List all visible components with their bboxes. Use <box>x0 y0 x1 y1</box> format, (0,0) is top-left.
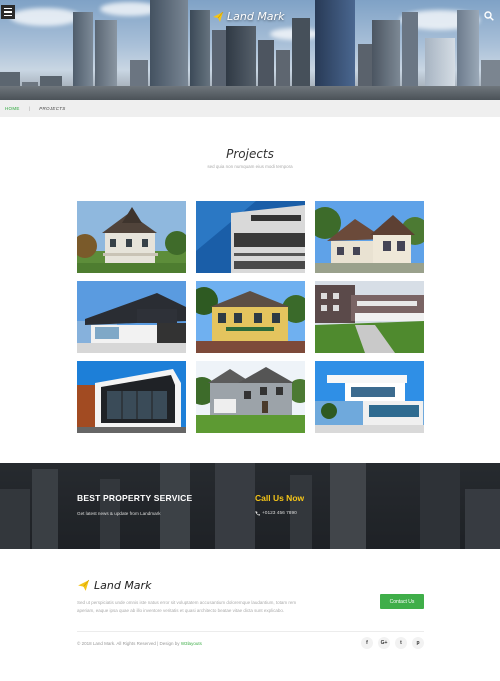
project-tile-victorian-house[interactable] <box>77 201 186 273</box>
call-phone[interactable]: +0123 456 7890 <box>255 511 297 516</box>
projects-gallery <box>77 201 424 433</box>
contact-us-button[interactable]: Contact Us <box>380 594 424 609</box>
breadcrumb: HOME | PROJECTS <box>0 100 500 117</box>
gray-house-image <box>196 361 305 433</box>
white-modern-house-image <box>315 361 424 433</box>
twitter-icon[interactable]: t <box>395 637 407 649</box>
cta-heading: BEST PROPERTY SERVICE <box>77 493 193 503</box>
project-tile-gray-house[interactable] <box>196 361 305 433</box>
cta-text: Get latest news & update from Landmark <box>77 511 161 516</box>
project-tile-yellow-mansion[interactable] <box>196 281 305 353</box>
brand-name: Land Mark <box>227 10 285 23</box>
page-subtitle: sed quia non numquam eius modi tempora <box>207 164 293 169</box>
footer-brand-name: Land Mark <box>94 579 152 592</box>
project-tile-suburban-house[interactable] <box>315 201 424 273</box>
breadcrumb-home-link[interactable]: HOME <box>5 106 20 111</box>
call-heading: Call Us Now <box>255 493 305 503</box>
page-title: Projects <box>226 147 274 161</box>
designer-link[interactable]: W3layouts <box>181 641 202 646</box>
yellow-mansion-image <box>196 281 305 353</box>
pinterest-icon[interactable]: p <box>412 637 424 649</box>
project-tile-modern-facade-blue[interactable] <box>196 201 305 273</box>
suburban-house-image <box>315 201 424 273</box>
copyright-text: © 2018 Land Mark. All Rights Reserved | … <box>77 641 180 646</box>
copyright: © 2018 Land Mark. All Rights Reserved | … <box>77 641 202 646</box>
project-tile-glass-cube-house[interactable] <box>77 361 186 433</box>
victorian-house-image <box>77 201 186 273</box>
modern-facade-image <box>196 201 305 273</box>
menu-button[interactable] <box>1 5 15 19</box>
breadcrumb-current: PROJECTS <box>39 106 66 111</box>
social-links: f G+ t p <box>361 637 424 649</box>
project-tile-office-lawn[interactable] <box>315 281 424 353</box>
footer-divider <box>77 631 424 632</box>
paper-plane-icon <box>213 11 224 22</box>
hamburger-icon <box>4 7 12 10</box>
breadcrumb-separator: | <box>28 106 31 111</box>
project-tile-white-modern-house[interactable] <box>315 361 424 433</box>
facebook-icon[interactable]: f <box>361 637 373 649</box>
modern-villa-image <box>77 281 186 353</box>
google-plus-icon[interactable]: G+ <box>378 637 390 649</box>
project-tile-modern-villa[interactable] <box>77 281 186 353</box>
phone-icon <box>255 511 260 516</box>
footer-logo[interactable]: Land Mark <box>77 579 151 592</box>
cta-banner <box>0 463 500 549</box>
glass-cube-house-image <box>77 361 186 433</box>
office-lawn-image <box>315 281 424 353</box>
search-icon[interactable] <box>484 11 494 21</box>
phone-number: +0123 456 7890 <box>262 511 297 516</box>
hero-banner: Land Mark <box>0 0 500 100</box>
paper-plane-icon <box>78 579 90 591</box>
footer-description: Sed ut perspiciatis unde omnis iste natu… <box>77 600 297 613</box>
header-logo[interactable]: Land Mark <box>212 10 284 23</box>
